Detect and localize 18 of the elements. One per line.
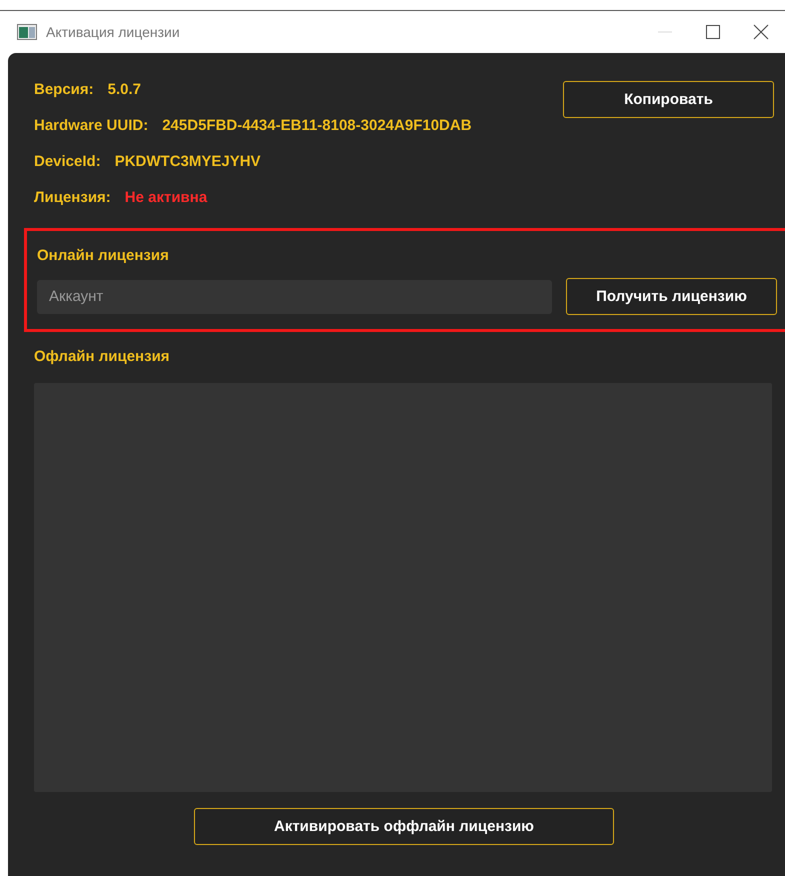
info-value: 5.0.7: [108, 81, 142, 98]
maximize-icon[interactable]: [705, 24, 721, 40]
get-license-button[interactable]: Получить лицензию: [566, 278, 777, 315]
copy-button[interactable]: Копировать: [563, 81, 774, 118]
app-icon: [17, 24, 37, 40]
info-label: DeviceId:: [34, 153, 101, 170]
info-label: Версия:: [34, 81, 94, 98]
info-value: 245D5FBD-4434-EB11-8108-3024A9F10DAB: [162, 117, 472, 134]
account-field[interactable]: Аккаунт: [37, 280, 552, 314]
info-value: PKDWTC3MYEJYHV: [114, 153, 261, 170]
license-label: Лицензия:: [34, 189, 111, 206]
close-icon[interactable]: [753, 24, 769, 40]
info-label: Hardware UUID:: [34, 117, 148, 134]
window-title: Активация лицензии: [46, 24, 180, 40]
activate-button[interactable]: Активировать оффлайн лицензию: [194, 808, 614, 845]
section-title: Офлайн лицензия: [34, 348, 171, 365]
section-title: Онлайн лицензия: [37, 247, 170, 264]
license-status: Не активна: [124, 189, 208, 206]
